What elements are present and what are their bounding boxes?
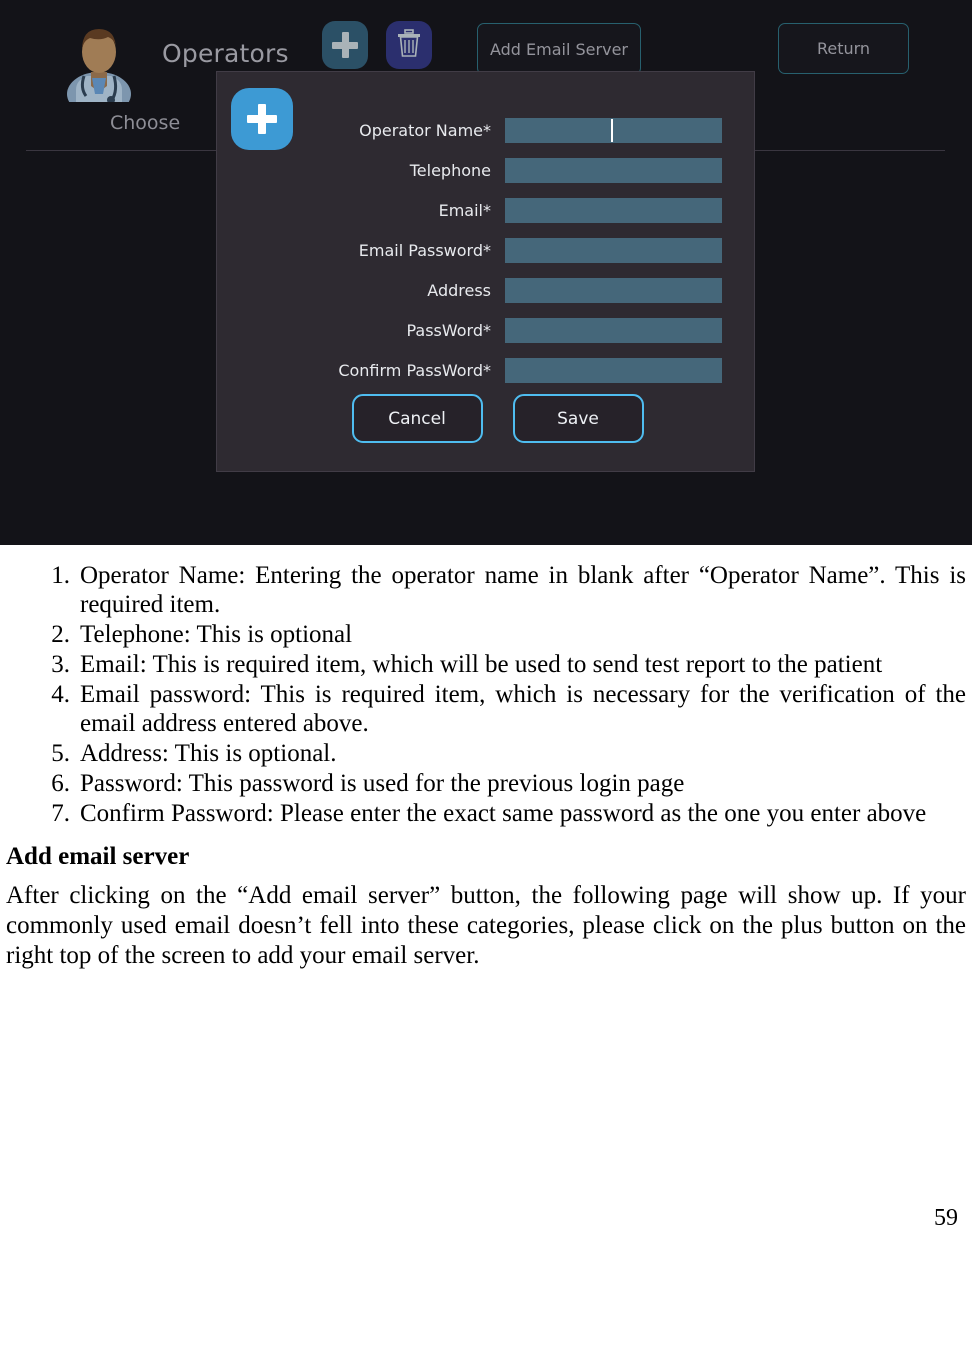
operator-name-input[interactable] — [505, 117, 722, 143]
list-item-text: Password: This password is used for the … — [80, 770, 685, 797]
list-item: 1. Operator Name: Entering the operator … — [40, 561, 966, 619]
address-label: Address — [427, 280, 491, 300]
list-item-number: 3. — [51, 651, 70, 678]
email-input[interactable] — [505, 197, 722, 223]
add-operator-dialog: Operator Name* Telephone Email* Email Pa… — [216, 71, 755, 472]
list-item-text: Confirm Password: Please enter the exact… — [80, 800, 927, 827]
add-email-server-button[interactable]: Add Email Server — [477, 23, 641, 75]
email-label: Email* — [438, 200, 491, 220]
list-item-number: 2. — [51, 621, 70, 648]
telephone-input[interactable] — [505, 157, 722, 183]
add-operator-button[interactable] — [322, 21, 368, 69]
choose-label: Choose — [110, 112, 181, 134]
list-item-text: Email password: This is required item, w… — [80, 681, 966, 737]
operator-form: Operator Name* Telephone Email* Email Pa… — [217, 110, 754, 390]
list-item-text: Email: This is required item, which will… — [80, 651, 883, 678]
form-row-address: Address — [217, 270, 754, 310]
list-item-text: Telephone: This is optional — [80, 621, 353, 648]
confirm-password-label: Confirm PassWord* — [338, 360, 491, 380]
dialog-actions: Cancel Save — [217, 394, 754, 443]
cancel-button[interactable]: Cancel — [351, 394, 483, 443]
form-row-password: PassWord* — [217, 310, 754, 350]
list-item-number: 6. — [51, 770, 70, 797]
list-item-number: 7. — [51, 800, 70, 827]
email-password-label: Email Password* — [358, 240, 491, 260]
list-item-number: 4. — [51, 681, 70, 708]
app-screenshot: Operators Choose Add Email Server Return… — [0, 0, 972, 545]
list-item: 2. Telephone: This is optional — [40, 620, 966, 649]
operator-name-label: Operator Name* — [359, 120, 491, 140]
list-item: 6. Password: This password is used for t… — [40, 769, 966, 798]
email-password-input[interactable] — [505, 237, 722, 263]
form-row-telephone: Telephone — [217, 150, 754, 190]
document-body: 1. Operator Name: Entering the operator … — [0, 545, 972, 1231]
telephone-label: Telephone — [409, 160, 491, 180]
list-item: 5. Address: This is optional. — [40, 739, 966, 768]
body-paragraph: After clicking on the “Add email server”… — [6, 882, 966, 969]
form-row-operator-name: Operator Name* — [217, 110, 754, 150]
save-button[interactable]: Save — [512, 394, 644, 443]
form-row-email-password: Email Password* — [217, 230, 754, 270]
trash-icon — [396, 28, 422, 62]
instructions-list: 1. Operator Name: Entering the operator … — [40, 561, 966, 828]
password-label: PassWord* — [406, 320, 491, 340]
doctor-avatar-icon — [62, 16, 136, 116]
section-heading: Add email server — [6, 843, 190, 870]
list-item: 3. Email: This is required item, which w… — [40, 650, 966, 679]
confirm-password-input[interactable] — [505, 357, 722, 383]
page-number: 59 — [934, 1205, 958, 1232]
list-item: 4. Email password: This is required item… — [40, 680, 966, 738]
text-caret — [611, 118, 613, 142]
list-item-number: 5. — [51, 740, 70, 767]
return-button[interactable]: Return — [778, 23, 909, 74]
password-input[interactable] — [505, 317, 722, 343]
form-row-email: Email* — [217, 190, 754, 230]
form-row-confirm-password: Confirm PassWord* — [217, 350, 754, 390]
list-item-text: Operator Name: Entering the operator nam… — [80, 562, 966, 618]
delete-operator-button[interactable] — [386, 21, 432, 69]
plus-icon — [332, 32, 358, 58]
list-item-number: 1. — [51, 562, 70, 589]
list-item: 7. Confirm Password: Please enter the ex… — [40, 799, 966, 828]
address-input[interactable] — [505, 277, 722, 303]
list-item-text: Address: This is optional. — [80, 740, 337, 767]
page-title: Operators — [162, 39, 289, 68]
